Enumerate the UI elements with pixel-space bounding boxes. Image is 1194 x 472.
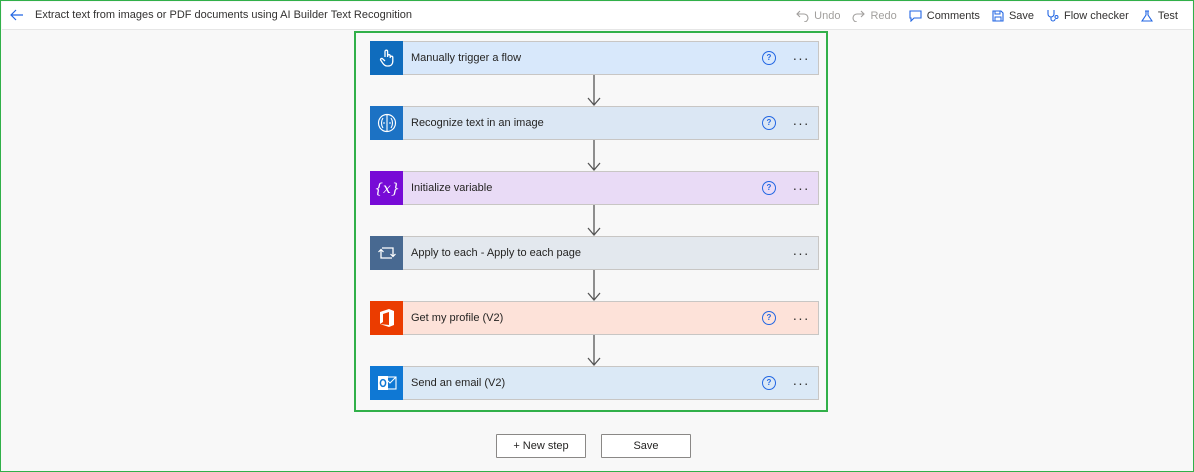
help-icon[interactable]: ? [762,51,776,65]
more-options-icon[interactable]: ··· [792,116,810,130]
variable-icon: {x} [375,181,399,197]
help-icon[interactable]: ? [762,376,776,390]
connector-arrow [587,335,601,366]
command-group: Undo Redo Comments Save Flow checker Tes… [784,2,1178,29]
help-icon[interactable]: ? [762,116,776,130]
comment-icon [909,9,922,22]
step-icon-box [370,41,403,75]
comments-label: Comments [926,9,980,22]
more-options-icon[interactable]: ··· [792,376,810,390]
undo-button[interactable]: Undo [796,10,840,22]
connector-arrow [587,140,601,171]
step-recognize-text[interactable]: Recognize text in an image ? ··· [370,106,819,140]
more-options-icon[interactable]: ··· [792,311,810,325]
undo-icon [796,10,809,22]
svg-text:{x}: {x} [375,181,399,197]
help-icon[interactable]: ? [762,181,776,195]
step-label: Recognize text in an image [411,117,544,129]
step-icon-box [370,366,403,400]
more-options-icon[interactable]: ··· [792,246,810,260]
designer-canvas: Extract text from images or PDF document… [0,0,1194,472]
step-manually-trigger-flow[interactable]: Manually trigger a flow ? ··· [370,41,819,75]
step-apply-to-each[interactable]: Apply to each - Apply to each page ··· [370,236,819,270]
command-bar: Extract text from images or PDF document… [2,2,1192,30]
step-label: Initialize variable [411,182,493,194]
back-arrow-icon [10,9,23,21]
save-command-button[interactable]: Save [992,10,1034,22]
step-label: Get my profile (V2) [411,312,504,324]
connector-arrow [587,75,601,106]
outlook-icon [377,376,397,390]
connector-arrow [587,270,601,301]
flow-checker-label: Flow checker [1064,9,1129,22]
redo-button[interactable]: Redo [852,9,897,22]
highlighted-flow-steps: Manually trigger a flow ? ··· Recognize … [354,31,828,412]
step-icon-box [370,106,403,140]
stethoscope-icon [1047,10,1059,22]
help-icon[interactable]: ? [762,311,776,325]
flask-icon [1140,9,1153,22]
more-options-icon[interactable]: ··· [792,51,810,65]
step-icon-box [370,301,403,335]
loop-icon [377,247,396,259]
step-label: Send an email (V2) [411,377,506,389]
step-icon-box [370,236,403,270]
back-button[interactable] [8,7,26,23]
step-label: Apply to each - Apply to each page [411,247,582,259]
redo-label: Redo [870,9,897,22]
save-command-label: Save [1008,9,1035,22]
test-label: Test [1157,9,1178,22]
flow-title: Extract text from images or PDF document… [35,9,413,21]
step-get-my-profile[interactable]: Get my profile (V2) ? ··· [370,301,819,335]
undo-label: Undo [814,9,841,22]
save-icon [992,9,1004,22]
comments-button[interactable]: Comments [909,10,980,22]
office-icon [379,309,394,327]
step-label: Manually trigger a flow [411,52,522,64]
step-icon-box: {x} [370,171,403,205]
step-send-email[interactable]: Send an email (V2) ? ··· [370,366,819,400]
test-button[interactable]: Test [1140,9,1178,22]
save-button[interactable]: Save [601,434,691,458]
more-options-icon[interactable]: ··· [792,181,810,195]
new-step-button[interactable]: + New step [496,434,586,458]
redo-icon [852,10,866,22]
touch-icon [379,49,393,67]
connector-arrow [587,205,601,236]
ai-brain-icon [377,113,396,133]
step-initialize-variable[interactable]: {x} Initialize variable ? ··· [370,171,819,205]
flow-checker-button[interactable]: Flow checker [1046,9,1129,22]
